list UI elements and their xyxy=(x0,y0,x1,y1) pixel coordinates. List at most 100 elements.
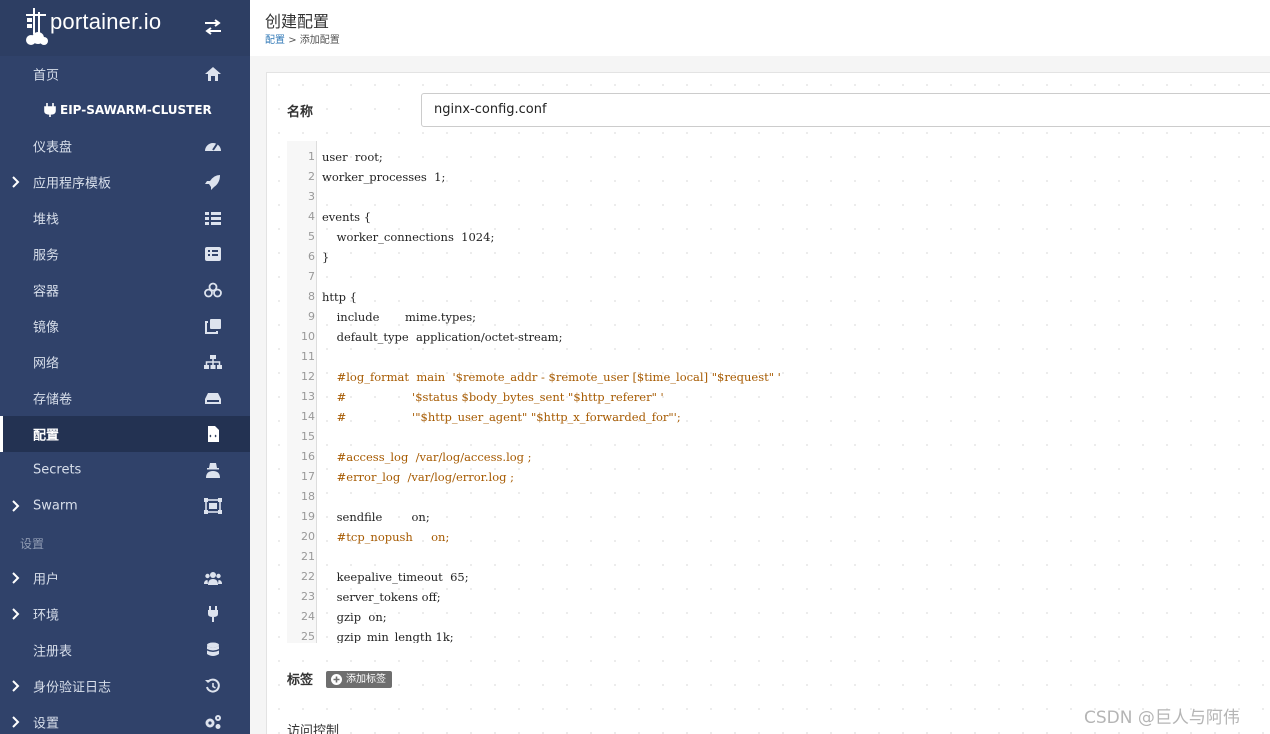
code-line[interactable]: 16 #access_log /var/log/access.log ; xyxy=(287,447,1270,467)
sidebar-item-label: 环境 xyxy=(33,608,60,624)
line-number: 21 xyxy=(301,550,315,563)
code-line[interactable]: 21 xyxy=(287,547,1270,567)
page-title: 创建配置 xyxy=(265,12,330,31)
chevron-right-icon xyxy=(12,608,20,620)
breadcrumb-link-configs[interactable]: 配置 xyxy=(265,35,285,46)
code-line[interactable]: 6} xyxy=(287,247,1270,267)
code-line[interactable]: 24 gzip on; xyxy=(287,607,1270,627)
cubes-icon xyxy=(204,282,222,298)
line-number: 13 xyxy=(301,390,315,403)
add-tag-label: 添加标签 xyxy=(346,674,386,685)
line-number: 15 xyxy=(301,430,315,443)
sidebar-item-networks[interactable]: 网络 xyxy=(0,344,250,380)
sidebar-item-label: 配置 xyxy=(33,428,60,444)
add-tag-button[interactable]: 添加标签 xyxy=(326,671,392,688)
line-number: 19 xyxy=(301,510,315,523)
plus-circle-icon xyxy=(331,674,342,685)
clone-icon xyxy=(205,319,221,334)
tags-label: 标签 xyxy=(287,673,314,688)
file-code-icon xyxy=(208,426,219,442)
code-line[interactable]: 1 user root; xyxy=(287,147,1270,167)
brand-name[interactable]: portainer.io xyxy=(50,9,161,35)
access-control-title: 访问控制 xyxy=(287,724,340,734)
code-line[interactable]: 9 include mime.types; xyxy=(287,307,1270,327)
code-line[interactable]: 17 #error_log /var/log/error.log ; xyxy=(287,467,1270,487)
sidebar-item-label: 网络 xyxy=(33,356,60,372)
sidebar-item-label: 仪表盘 xyxy=(33,140,73,156)
line-number: 3 xyxy=(308,190,315,203)
code-text: default_type application/octet-stream; xyxy=(322,330,563,344)
code-line[interactable]: 25 gzip_min_length 1k; xyxy=(287,627,1270,643)
cogs-icon xyxy=(205,715,221,729)
code-text: #log_format main '$remote_addr - $remote… xyxy=(322,370,781,384)
sidebar-toggle-icon[interactable] xyxy=(203,18,223,36)
code-text: worker_processes 1; xyxy=(322,170,446,184)
code-line[interactable]: 20 #tcp_nopush on; xyxy=(287,527,1270,547)
code-text: # '"$http_user_agent" "$http_x_forwarded… xyxy=(322,410,681,424)
sitemap-icon xyxy=(204,355,222,369)
code-text: gzip on; xyxy=(322,610,387,624)
line-number: 11 xyxy=(301,350,315,363)
sidebar-item-users[interactable]: 用户 xyxy=(0,560,250,596)
code-text: #tcp_nopush on; xyxy=(322,530,450,544)
code-line[interactable]: 14 # '"$http_user_agent" "$http_x_forwar… xyxy=(287,407,1270,427)
rocket-icon xyxy=(205,175,220,190)
code-line[interactable]: 10 default_type application/octet-stream… xyxy=(287,327,1270,347)
code-text: http { xyxy=(322,290,357,304)
sidebar-item-environments[interactable]: 环境 xyxy=(0,596,250,632)
code-text: # '$status $body_bytes_sent "$http_refer… xyxy=(322,390,664,404)
line-number: 12 xyxy=(301,370,315,383)
code-line[interactable]: 8 http { xyxy=(287,287,1270,307)
chevron-right-icon xyxy=(12,572,20,584)
code-text: worker_connections 1024; xyxy=(322,230,495,244)
code-line[interactable]: 11 xyxy=(287,347,1270,367)
sidebar-item-home[interactable]: 首页 xyxy=(0,56,250,92)
sidebar: portainer.io 首页 EIP-SAWARM-CLUSTER 仪表盘 应… xyxy=(0,0,250,734)
sidebar-item-app-templates[interactable]: 应用程序模板 xyxy=(0,164,250,200)
sidebar-item-stacks[interactable]: 堆栈 xyxy=(0,200,250,236)
main-content: 创建配置 配置 > 添加配置 名称 nginx-config.conf 1 use… xyxy=(250,0,1270,734)
code-line[interactable]: 4 events { xyxy=(287,207,1270,227)
sidebar-item-settings[interactable]: 设置 xyxy=(0,704,250,734)
sidebar-item-dashboard[interactable]: 仪表盘 xyxy=(0,128,250,164)
watermark: CSDN @巨人与阿伟 xyxy=(1084,708,1240,728)
code-line[interactable]: 23 server_tokens off; xyxy=(287,587,1270,607)
sidebar-item-label: 身份验证日志 xyxy=(33,680,112,696)
sidebar-item-swarm[interactable]: Swarm xyxy=(0,488,250,524)
line-number: 10 xyxy=(301,330,315,343)
breadcrumb-current: 添加配置 xyxy=(299,35,340,46)
sidebar-item-label: Swarm xyxy=(33,498,78,514)
sidebar-item-registries[interactable]: 注册表 xyxy=(0,632,250,668)
code-line[interactable]: 15 xyxy=(287,427,1270,447)
sidebar-cluster-name[interactable]: EIP-SAWARM-CLUSTER xyxy=(0,92,250,128)
sidebar-item-containers[interactable]: 容器 xyxy=(0,272,250,308)
code-line[interactable]: 22 keepalive_timeout 65; xyxy=(287,567,1270,587)
sidebar-item-services[interactable]: 服务 xyxy=(0,236,250,272)
line-number: 25 xyxy=(301,630,315,643)
code-line[interactable]: 12 #log_format main '$remote_addr - $rem… xyxy=(287,367,1270,387)
sidebar-item-images[interactable]: 镜像 xyxy=(0,308,250,344)
sidebar-item-secrets[interactable]: Secrets xyxy=(0,452,250,488)
config-name-input[interactable]: nginx-config.conf xyxy=(421,93,1270,127)
object-group-icon xyxy=(204,498,222,514)
th-list-icon xyxy=(205,212,221,225)
line-number: 18 xyxy=(301,490,315,503)
line-number: 7 xyxy=(308,270,315,283)
breadcrumb-separator: > xyxy=(288,35,297,46)
code-line[interactable]: 5 worker_connections 1024; xyxy=(287,227,1270,247)
code-editor[interactable]: 1 user root; 2 worker_processes 1; 3 4 events … xyxy=(287,141,1270,643)
code-line[interactable]: 2 worker_processes 1; xyxy=(287,167,1270,187)
sidebar-item-label: 服务 xyxy=(33,248,60,264)
sidebar-item-volumes[interactable]: 存储卷 xyxy=(0,380,250,416)
code-line[interactable]: 18 xyxy=(287,487,1270,507)
code-line[interactable]: 13 # '$status $body_bytes_sent "$http_re… xyxy=(287,387,1270,407)
line-number: 2 xyxy=(308,170,315,183)
portainer-logo-icon[interactable] xyxy=(24,6,50,46)
code-line[interactable]: 7 xyxy=(287,267,1270,287)
chevron-right-icon xyxy=(12,500,20,512)
sidebar-item-auth-logs[interactable]: 身份验证日志 xyxy=(0,668,250,704)
sidebar-item-configs[interactable]: 配置 xyxy=(0,416,250,452)
code-text: gzip_min_length 1k; xyxy=(322,630,454,643)
code-line[interactable]: 3 xyxy=(287,187,1270,207)
code-line[interactable]: 19 sendfile on; xyxy=(287,507,1270,527)
